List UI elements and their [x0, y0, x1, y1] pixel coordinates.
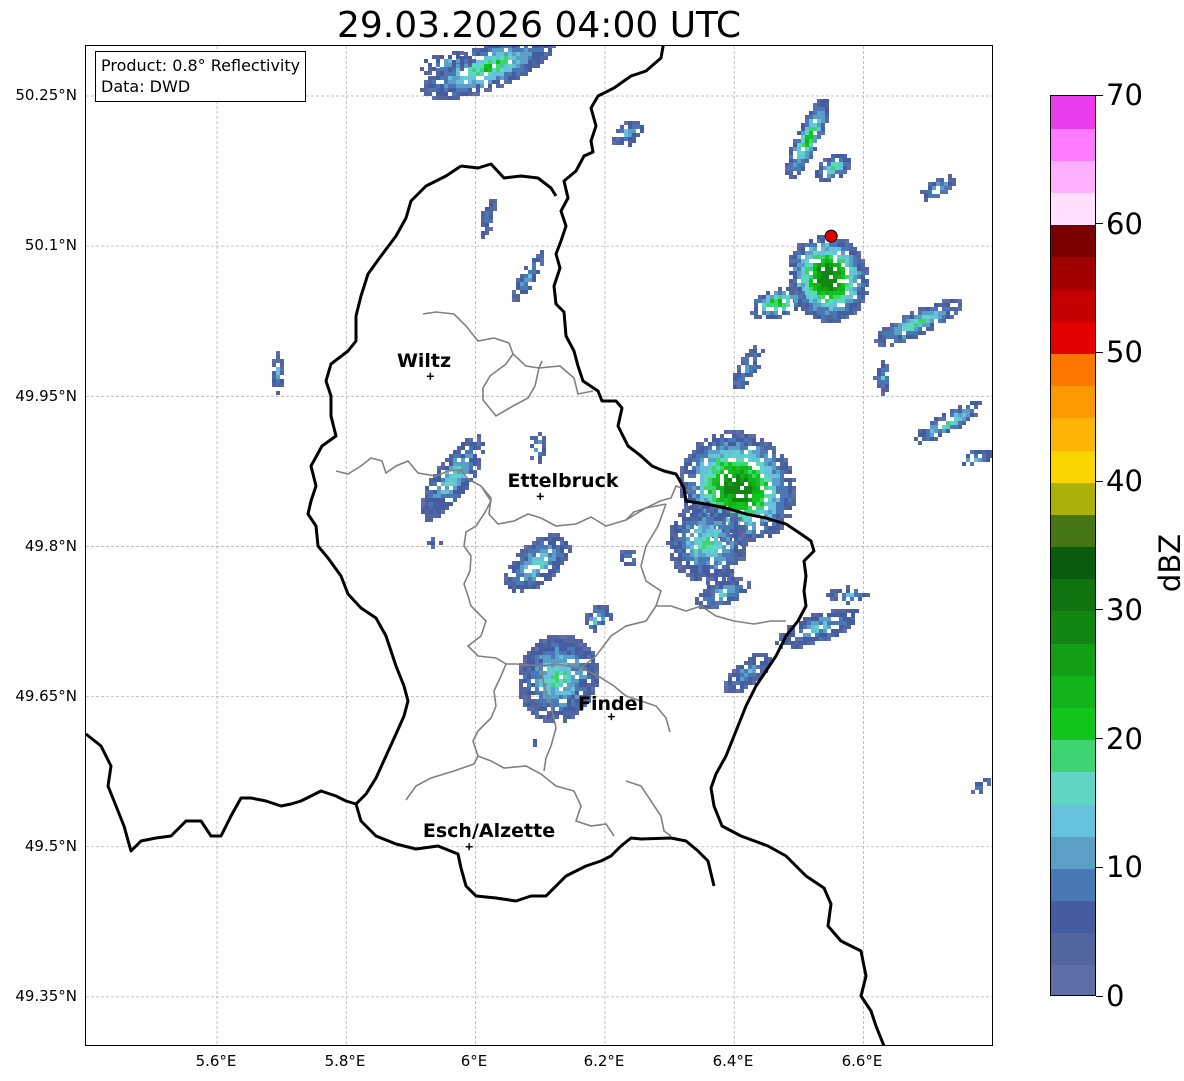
lat-tick-label: 49.65°N	[15, 687, 77, 705]
border-belgium-france	[86, 732, 357, 853]
colorbar-segment	[1051, 739, 1095, 773]
colorbar-tick-label: 30	[1106, 592, 1143, 627]
colorbar-tick	[1096, 738, 1103, 740]
lat-tick-label: 49.5°N	[24, 837, 77, 855]
colorbar-tick-label: 40	[1106, 464, 1143, 499]
radar-map[interactable]	[85, 45, 993, 1046]
canton-line	[463, 485, 508, 757]
colorbar-segment	[1051, 900, 1095, 934]
colorbar-segment	[1051, 289, 1095, 322]
colorbar-segment	[1051, 675, 1095, 708]
colorbar-segment	[1051, 385, 1095, 419]
colorbar-segment	[1051, 868, 1095, 902]
city-marker	[465, 843, 473, 851]
colorbar-segment	[1051, 932, 1095, 966]
data-source-text: Data: DWD	[101, 77, 191, 96]
colorbar-segment	[1051, 321, 1095, 355]
colorbar-segment	[1051, 643, 1095, 676]
lat-tick-label: 49.95°N	[15, 387, 77, 405]
city-label-ettelbruck: Ettelbruck	[507, 470, 619, 492]
city-label-wiltz: Wiltz	[396, 350, 452, 372]
colorbar-segment	[1051, 836, 1095, 869]
colorbar-tick	[1096, 995, 1103, 997]
colorbar-tick	[1096, 866, 1103, 868]
map-title: 29.03.2026 04:00 UTC	[336, 5, 742, 46]
colorbar-segment	[1051, 610, 1095, 644]
colorbar-segment	[1051, 160, 1095, 194]
colorbar-tick-label: 0	[1106, 979, 1125, 1013]
colorbar-tick-label: 70	[1106, 78, 1143, 112]
border-france	[354, 803, 716, 903]
colorbar-segment	[1051, 707, 1095, 741]
colorbar-segment	[1051, 482, 1095, 515]
map-svg	[86, 46, 992, 1045]
lat-tick-label: 49.8°N	[24, 537, 77, 555]
lat-tick-label: 49.35°N	[15, 987, 77, 1005]
colorbar-segment	[1051, 578, 1095, 612]
colorbar-segment	[1051, 96, 1095, 129]
lon-tick-label: 6.6°E	[841, 1052, 883, 1070]
colorbar-tick-label: 50	[1106, 335, 1143, 370]
colorbar-segment	[1051, 449, 1095, 483]
info-box: Product: 0.8° Reflectivity Data: DWD	[95, 51, 307, 102]
colorbar-segment	[1051, 353, 1095, 387]
lat-tick-label: 50.25°N	[15, 86, 77, 104]
city-marker	[426, 372, 434, 380]
colorbar-segment	[1051, 964, 1095, 995]
city-label-esch-alzette: Esch/Alzette	[422, 820, 556, 842]
colorbar-tick-label: 10	[1106, 850, 1143, 885]
colorbar-segment	[1051, 128, 1095, 161]
colorbar-tick	[1096, 94, 1103, 96]
colorbar-segment	[1051, 546, 1095, 580]
lon-tick-label: 5.6°E	[195, 1052, 237, 1070]
radar-site-marker[interactable]	[824, 229, 838, 243]
colorbar-tick-label: 60	[1106, 206, 1143, 241]
city-marker	[536, 492, 544, 500]
colorbar-tick-label: 20	[1106, 721, 1143, 756]
border-belgium	[306, 164, 462, 806]
colorbar-segment	[1051, 192, 1095, 226]
city-label-findel: Findel	[577, 693, 645, 715]
colorbar-segment	[1051, 417, 1095, 451]
colorbar-tick	[1096, 609, 1103, 611]
colorbar-segment	[1051, 803, 1095, 837]
colorbar-unit-label: dBZ	[1153, 533, 1184, 593]
colorbar-segment	[1051, 256, 1095, 290]
product-text: Product: 0.8° Reflectivity	[101, 56, 301, 75]
colorbar-tick	[1096, 223, 1103, 225]
lon-tick-label: 6.2°E	[583, 1052, 625, 1070]
lon-tick-label: 6°E	[460, 1052, 488, 1070]
country-borders	[86, 46, 886, 1045]
lat-tick-label: 50.1°N	[24, 236, 77, 254]
colorbar-segment	[1051, 224, 1095, 258]
colorbar-segment	[1051, 771, 1095, 805]
lon-tick-label: 5.8°E	[324, 1052, 366, 1070]
colorbar-tick	[1096, 351, 1103, 353]
canton-line	[656, 605, 786, 625]
radar-echoes	[272, 46, 992, 794]
colorbar-tick	[1096, 480, 1103, 482]
colorbar	[1050, 95, 1096, 996]
canton-line	[625, 780, 672, 837]
canton-line	[405, 755, 479, 801]
city-markers	[426, 372, 615, 851]
colorbar-segment	[1051, 514, 1095, 548]
canton-line	[480, 485, 667, 527]
lon-tick-label: 6.4°E	[712, 1052, 754, 1070]
